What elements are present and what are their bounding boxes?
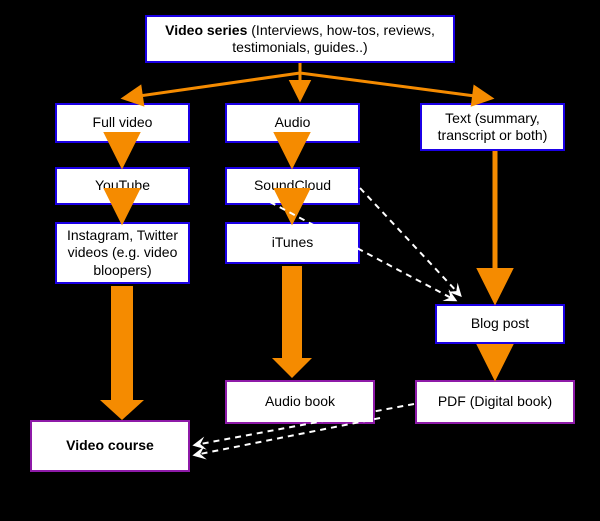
node-pdf-book: PDF (Digital book) <box>415 380 575 424</box>
label: Text (summary, transcript or both) <box>430 110 555 145</box>
node-soundcloud: SoundCloud <box>225 167 360 205</box>
label: iTunes <box>272 234 314 252</box>
label: PDF (Digital book) <box>438 393 552 411</box>
node-audio-book: Audio book <box>225 380 375 424</box>
node-itunes: iTunes <box>225 222 360 264</box>
node-youtube: YouTube <box>55 167 190 205</box>
node-full-video: Full video <box>55 103 190 143</box>
node-social: Instagram, Twitter videos (e.g. video bl… <box>55 222 190 284</box>
label: Audio book <box>265 393 335 411</box>
label: Video course <box>66 437 154 455</box>
node-text: Text (summary, transcript or both) <box>420 103 565 151</box>
node-video-course: Video course <box>30 420 190 472</box>
label: Blog post <box>471 315 529 333</box>
node-root: Video series (Interviews, how-tos, revie… <box>145 15 455 63</box>
label: YouTube <box>95 177 150 195</box>
label: Full video <box>93 114 153 132</box>
label: SoundCloud <box>254 177 331 195</box>
label: Audio <box>275 114 311 132</box>
label: Instagram, Twitter videos (e.g. video bl… <box>65 227 180 280</box>
node-audio: Audio <box>225 103 360 143</box>
node-root-label: Video series (Interviews, how-tos, revie… <box>155 22 445 57</box>
node-blog-post: Blog post <box>435 304 565 344</box>
